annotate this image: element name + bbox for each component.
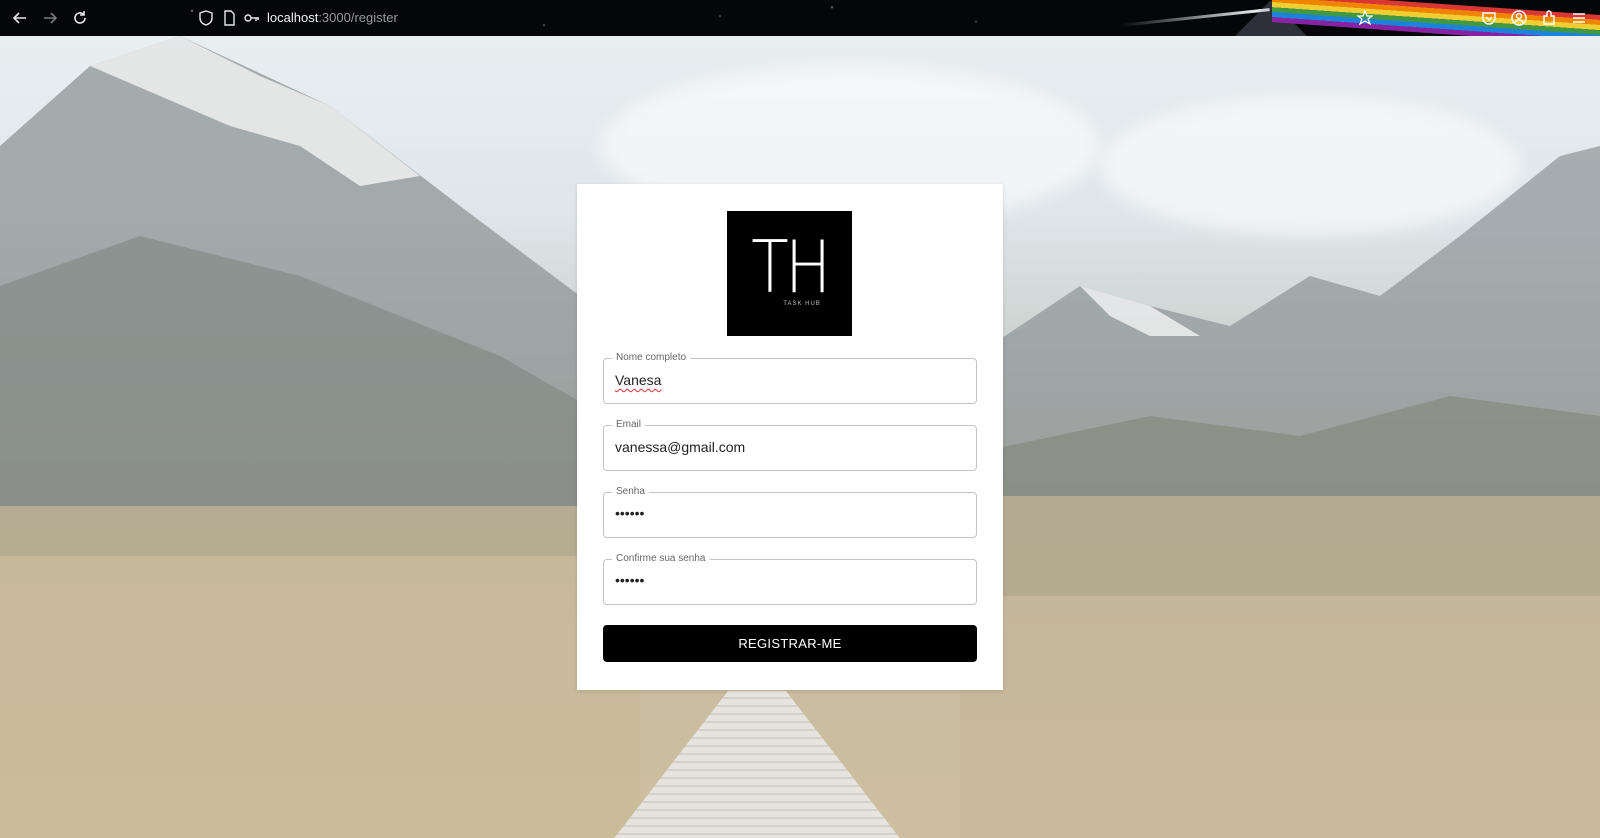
full-name-input[interactable]: Vanesa: [615, 372, 661, 388]
confirm-password-label: Confirme sua senha: [612, 552, 710, 566]
confirm-password-field[interactable]: Confirme sua senha ••••••: [603, 552, 977, 605]
arrow-left-icon: [12, 12, 26, 24]
forward-button[interactable]: [40, 8, 60, 28]
password-field[interactable]: Senha ••••••: [603, 485, 977, 538]
password-input[interactable]: ••••••: [615, 505, 644, 521]
extensions-button[interactable]: [1539, 8, 1559, 28]
key-icon: [244, 14, 259, 22]
back-button[interactable]: [10, 8, 30, 28]
app-menu-button[interactable]: [1569, 8, 1589, 28]
tracking-protection-button[interactable]: [196, 8, 216, 28]
star-icon: [1356, 9, 1374, 26]
pocket-button[interactable]: [1479, 8, 1499, 28]
account-icon: [1511, 10, 1527, 26]
account-button[interactable]: [1509, 8, 1529, 28]
url-bar[interactable]: localhost:3000/register: [267, 10, 398, 25]
url-path: :3000/register: [318, 10, 398, 25]
register-card: TH TASK HUB Nome completo Vanesa Email v…: [577, 184, 1003, 690]
full-name-field[interactable]: Nome completo Vanesa: [603, 351, 977, 404]
hamburger-menu-icon: [1573, 13, 1585, 23]
task-hub-logo: TH TASK HUB: [727, 211, 852, 336]
page-info-button[interactable]: [219, 8, 239, 28]
email-field[interactable]: Email vanessa@gmail.com: [603, 418, 977, 471]
logo-letters: TH: [751, 225, 831, 309]
browser-toolbar: localhost:3000/register: [0, 0, 1600, 36]
page-icon: [224, 10, 235, 26]
confirm-password-input[interactable]: ••••••: [615, 572, 644, 588]
bookmark-button[interactable]: [1355, 8, 1375, 28]
email-input[interactable]: vanessa@gmail.com: [615, 439, 745, 455]
reload-button[interactable]: [70, 8, 90, 28]
shield-icon: [199, 10, 213, 26]
arrow-right-icon: [44, 12, 58, 24]
email-label: Email: [612, 418, 646, 432]
register-button[interactable]: REGISTRAR-ME: [603, 625, 977, 662]
full-name-label: Nome completo: [612, 351, 691, 365]
password-label: Senha: [612, 485, 649, 499]
reload-icon: [74, 11, 86, 24]
saved-logins-button[interactable]: [242, 8, 262, 28]
puzzle-icon: [1543, 10, 1555, 25]
pocket-icon: [1482, 12, 1496, 25]
logo-subtitle: TASK HUB: [783, 301, 821, 307]
url-host: localhost: [267, 10, 319, 25]
